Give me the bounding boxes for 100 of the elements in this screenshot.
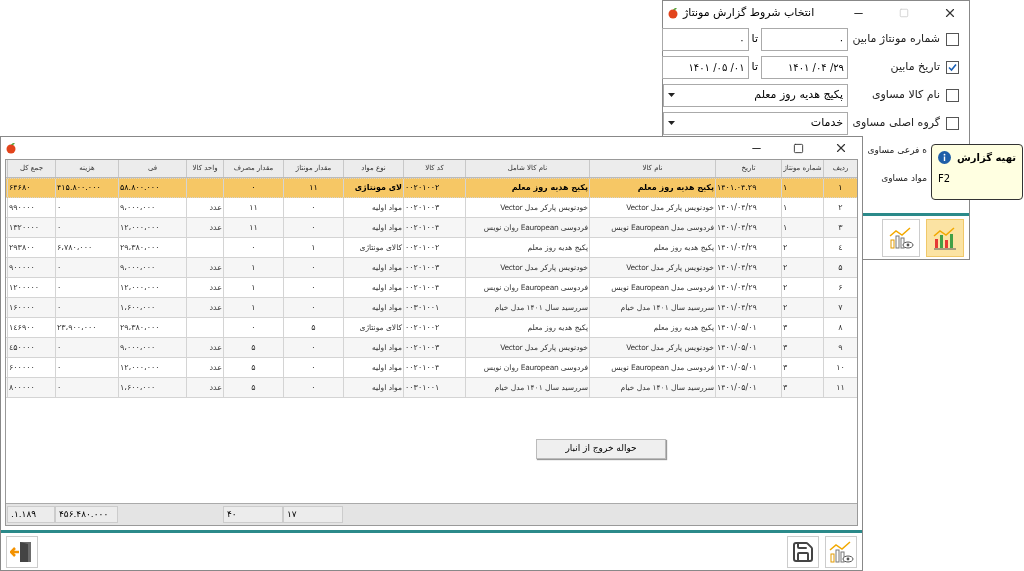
- table-cell: ۲: [781, 258, 823, 277]
- table-cell: ۰: [283, 258, 343, 277]
- close-icon[interactable]: [943, 6, 957, 20]
- table-cell: ۱: [223, 278, 283, 297]
- condition-label: مواد مساوی: [881, 172, 927, 186]
- from-field[interactable]: ۰: [761, 27, 848, 51]
- table-cell: ۰۰۲۰۱۰۰۴: [403, 358, 465, 377]
- table-cell: ۰: [283, 278, 343, 297]
- table-cell: ۰: [55, 218, 118, 237]
- table-cell: ۰۰۲۰۱۰۰۳: [403, 258, 465, 277]
- table-cell: ۱۲،۰۰۰،۰۰۰: [118, 278, 186, 297]
- table-cell: ۰: [283, 198, 343, 217]
- table-cell: ۹،۰۰۰،۰۰۰: [118, 198, 186, 217]
- table-cell: ۱۴۰۱/۰۴/۲۹: [715, 298, 781, 317]
- table-cell: ۰: [55, 198, 118, 217]
- table-cell: ۹۹۰۰۰۰: [7, 198, 55, 217]
- table-row[interactable]: ۱ ۱ ۱۴۰۱.۰۴.۲۹ پکیج هدیه روز معلم پکیج هدیه روز معلم ۰۰۲۰۱۰۰۲ لای مونتاژی ۱۱ ۰ ۵۸.۸۰۰.۰۰۰ ۴۱۵.۸۰۰.۰۰۰ ۶۴۶۸۰: [6, 178, 857, 198]
- report-button[interactable]: [926, 218, 964, 257]
- dropdown-field[interactable]: خدمات: [663, 111, 848, 135]
- table-cell: ۶،۷۸۰،۰۰۰: [55, 238, 118, 257]
- table-cell: ۵: [823, 258, 857, 277]
- table-cell: ۱۴۰۱/۰۴/۲۹: [715, 198, 781, 217]
- table-cell: ۱: [781, 218, 823, 237]
- table-cell: عدد: [186, 378, 223, 397]
- table-cell: ۸۰۰۰۰۰: [7, 378, 55, 397]
- table-cell: عدد: [186, 218, 223, 237]
- table-cell: ۰۰۲۰۱۰۰۴: [403, 278, 465, 297]
- table-cell: ۰: [283, 338, 343, 357]
- to-field[interactable]: ۱۴۰۱ /۰۵ /۰۱: [661, 55, 749, 79]
- maximize-icon[interactable]: [793, 142, 804, 154]
- total-cell: ۱۷: [283, 506, 343, 523]
- table-cell: ۰۰۲۰۱۰۰۳: [403, 198, 465, 217]
- table-cell: ۵: [223, 338, 283, 357]
- table-cell: ۵: [223, 358, 283, 377]
- table-cell: ۶۰۰۰۰۰: [7, 358, 55, 377]
- table-cell: ۱۴۰۱/۰۴/۲۹: [715, 258, 781, 277]
- maximize-icon: [899, 8, 909, 18]
- table-cell: ۲: [781, 278, 823, 297]
- table-cell: ۰۰۲۰۱۰۰۲: [403, 238, 465, 257]
- chart-eye-icon: [888, 225, 914, 250]
- table-cell: ۵۸.۸۰۰.۰۰۰: [118, 179, 186, 197]
- table-cell: ۱: [223, 258, 283, 277]
- table-cell: عدد: [186, 198, 223, 217]
- dropdown-arrow-icon: [668, 93, 675, 97]
- table-cell: ۳: [823, 218, 857, 237]
- table-cell: ۱: [781, 198, 823, 217]
- save-button[interactable]: [787, 535, 819, 568]
- shortcut-key: F2: [938, 171, 951, 186]
- close-icon[interactable]: [834, 141, 848, 155]
- checkbox[interactable]: [946, 116, 959, 130]
- table-cell: ۰: [283, 298, 343, 317]
- table-cell: ۹۰۰۰۰۰: [7, 258, 55, 277]
- condition-label: نام کالا مساوی: [870, 86, 940, 103]
- chart-preview-button[interactable]: [882, 218, 920, 257]
- table-cell: ۷: [823, 298, 857, 317]
- range-separator: تا: [750, 58, 759, 75]
- dropdown-field[interactable]: پکیج هدیه روز معلم: [663, 83, 848, 107]
- table-cell: ۰۰۲۰۱۰۰۴: [403, 218, 465, 237]
- table-cell: عدد: [186, 258, 223, 277]
- table-cell: ۳: [781, 338, 823, 357]
- table-cell: ۱۲۰۰۰۰۰: [7, 278, 55, 297]
- table-cell: ۰: [283, 378, 343, 397]
- table-cell: ۱۳۲۰۰۰۰: [7, 218, 55, 237]
- table-cell: ۱۱: [283, 179, 343, 197]
- condition-label: گروه اصلی مساوی: [854, 114, 940, 131]
- table-cell: ۶۴۶۸۰: [7, 179, 55, 197]
- table-cell: ۰۰۲۰۱۰۰۲: [403, 179, 465, 197]
- total-cell: ۴۰: [223, 506, 283, 523]
- table-cell: ۰: [55, 338, 118, 357]
- table-cell: ۱۴۰۱/۰۵/۰۱: [715, 358, 781, 377]
- info-icon: [938, 151, 951, 164]
- chart-eye-icon: [828, 539, 854, 564]
- table-cell: ۲: [823, 198, 857, 217]
- table-cell: ۹،۰۰۰،۰۰۰: [118, 258, 186, 277]
- table-cell: ۰: [55, 258, 118, 277]
- table-cell: ۰: [55, 298, 118, 317]
- table-cell: ۸: [823, 318, 857, 337]
- warehouse-exit-button[interactable]: حواله خروج از انبار: [536, 439, 666, 459]
- table-cell: ۳: [781, 378, 823, 397]
- table-cell: ۱۱: [223, 198, 283, 217]
- table-cell: ۱: [781, 179, 823, 197]
- table-cell: ۳: [781, 318, 823, 337]
- table-cell: ۴۱۵.۸۰۰.۰۰۰: [55, 179, 118, 197]
- table-cell: ۱۴۰۱/۰۴/۲۹: [715, 238, 781, 257]
- table-cell: ۱۴۰۱/۰۴/۲۹: [715, 278, 781, 297]
- checkbox[interactable]: [946, 60, 959, 74]
- exit-button[interactable]: [6, 535, 38, 568]
- checkbox[interactable]: [946, 32, 959, 46]
- table-cell: ۱،۶۰۰،۰۰۰: [118, 378, 186, 397]
- app-icon: [5, 142, 17, 154]
- table-cell: ۳: [781, 358, 823, 377]
- condition-label: ه فرعی مساوی: [867, 144, 927, 158]
- table-cell: ۲: [781, 298, 823, 317]
- to-field[interactable]: ۰: [661, 27, 749, 51]
- table-cell: ۱: [283, 238, 343, 257]
- tooltip-title: تهیه گزارش: [957, 151, 1016, 165]
- checkbox[interactable]: [946, 88, 959, 102]
- chart-preview-button[interactable]: [825, 535, 857, 568]
- from-field[interactable]: ۱۴۰۱ /۰۴ /۲۹: [761, 55, 848, 79]
- table-cell: ۰: [283, 358, 343, 377]
